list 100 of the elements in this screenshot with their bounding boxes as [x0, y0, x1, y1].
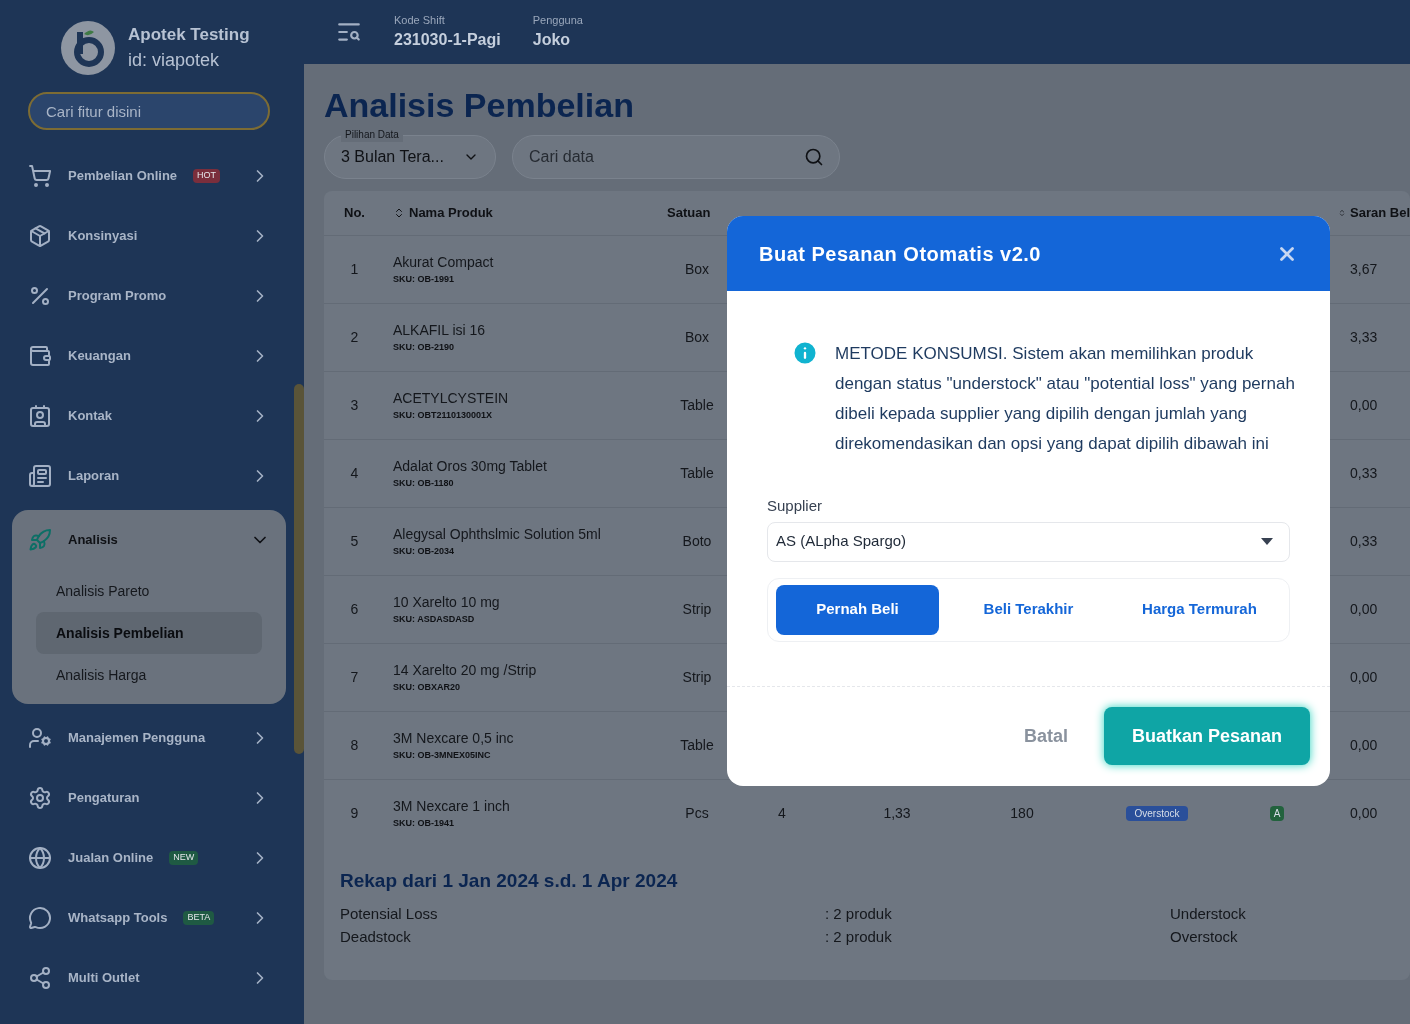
sidebar-item[interactable]: Manajemen Pengguna: [12, 708, 286, 768]
unit-cell-text: Boto: [681, 531, 713, 551]
product-sku: SKU: OBXAR20: [393, 680, 461, 694]
product-name: Alegysal Ophthslmic Solution 5ml: [393, 524, 602, 544]
suggestion-cell-text: 0,00: [1349, 667, 1379, 687]
sidebar-item[interactable]: Pembelian Online HOT: [12, 146, 286, 206]
info-icon: [791, 339, 819, 367]
sidebar-item[interactable]: Analisis: [12, 510, 286, 570]
product-sku: SKU: OB-1991: [393, 272, 456, 286]
contact-card-icon: [28, 404, 52, 428]
summary-value: : 2 produk: [825, 926, 893, 947]
info-text: METODE KONSUMSI. Sistem akan memilihkan produk dengan status "understock" atau "potential loss" yang pernah dibeli kepada supplier yang dipilih dengan jumlah yang direkomendasikan dan opsi yang dapat dipilih dibawah ini: [835, 343, 1296, 455]
supplier-select[interactable]: AS (ALpha Spargo): [767, 521, 1290, 562]
dialog-title: Buat Pesanan Otomatis v2.0: [759, 241, 1041, 267]
unit-cell-text: Table: [679, 463, 715, 483]
menu-label: Program Promo: [68, 287, 167, 306]
menu-label: Jualan Online: [68, 849, 154, 868]
monthly-need-cell-text: 1,33: [882, 803, 912, 823]
submenu-item[interactable]: Analisis Pareto: [36, 570, 262, 612]
suggestion-cell-text: 0,00: [1349, 803, 1379, 823]
pareto-badge: A: [1269, 805, 1285, 821]
menu-badge: NEW: [169, 851, 199, 865]
sidebar-item[interactable]: Program Promo: [12, 266, 286, 326]
box-icon: [28, 224, 52, 248]
row-number: 9: [349, 803, 360, 823]
sidebar-item[interactable]: Jualan Online NEW: [12, 828, 286, 888]
product-name: 3M Nexcare 0,5 inc: [393, 728, 515, 748]
header-label: Kode Shift: [394, 12, 446, 28]
newspaper-icon: [28, 464, 52, 488]
header-value: Joko: [532, 30, 572, 51]
column-header[interactable]: Nama Produk: [377, 202, 667, 223]
menu-badge: BETA: [183, 911, 215, 925]
summary-label: Overstock: [1170, 926, 1239, 947]
row-number: 5: [349, 531, 360, 551]
row-number: 2: [349, 327, 360, 347]
status-badge: Overstock: [1126, 805, 1188, 821]
row-number: 1: [349, 259, 360, 279]
account-id: id: viapotek: [128, 49, 221, 73]
suggestion-cell-text: 0,33: [1349, 463, 1379, 483]
cart-icon: [28, 164, 52, 188]
product-sku: SKU: ASDASDASD: [393, 612, 476, 626]
suggestion-cell-text: 0,00: [1349, 735, 1379, 755]
row-number: 6: [349, 599, 360, 619]
product-sku: SKU: OBT2110130001X: [393, 408, 494, 422]
product-sku: SKU: OB-3MNEX05INC: [393, 748, 492, 762]
sort-icon: [393, 206, 405, 219]
sidebar-item[interactable]: Kontak: [12, 386, 286, 446]
settings-icon: [28, 786, 52, 810]
column-header: No.: [343, 203, 366, 222]
sidebar-item[interactable]: Keuangan: [12, 326, 286, 386]
menu-label: Manajemen Pengguna: [68, 729, 206, 748]
menu-label: Keuangan: [68, 347, 131, 366]
submenu-item[interactable]: Analisis Harga: [36, 654, 262, 696]
option-tab[interactable]: Pernah Beli: [776, 584, 939, 635]
column-header[interactable]: Saran Bel: [1338, 202, 1410, 223]
suggestion-cell-text: 0,00: [1349, 395, 1379, 415]
stock-cell-text: 180: [1009, 803, 1035, 823]
summary-title: Rekap dari 1 Jan 2024 s.d. 1 Apr 2024: [340, 868, 679, 893]
unit-cell-text: Table: [679, 735, 715, 755]
product-name: ALKAFIL isi 16: [393, 320, 487, 340]
summary-label: Understock: [1170, 904, 1246, 924]
chat-bubble-icon: [28, 906, 52, 930]
caret-icon: [1261, 537, 1273, 546]
menu-label: Whatsapp Tools: [68, 909, 168, 928]
sidebar-item[interactable]: Pengaturan: [12, 768, 286, 828]
sidebar-item[interactable]: Konsinyasi: [12, 206, 286, 266]
menu-label: Multi Outlet: [68, 969, 140, 988]
data-search-field[interactable]: Cari data: [512, 134, 840, 179]
product-sku: SKU: OB-2034: [393, 544, 456, 558]
unit-cell-text: Strip: [681, 599, 713, 619]
product-name: ACETYLCYSTEIN: [393, 388, 510, 408]
unit-cell-text: Box: [683, 327, 711, 347]
menu-label: Analisis: [68, 531, 118, 550]
search-icon: [804, 146, 824, 167]
row-number: 7: [349, 667, 360, 687]
user-gear-icon: [28, 726, 52, 750]
feature-search-field[interactable]: Cari fitur disini: [28, 92, 270, 130]
menu-label: Laporan: [68, 467, 120, 486]
product-name: Akurat Compact: [393, 252, 495, 272]
product-name: Adalat Oros 30mg Tablet: [393, 456, 548, 476]
product-sku: SKU: OB-1180: [393, 476, 455, 490]
sidebar-item[interactable]: Multi Outlet: [12, 948, 286, 1008]
submenu-item[interactable]: Analisis Pembelian: [36, 612, 262, 654]
suggestion-cell-text: 3,33: [1349, 327, 1379, 347]
brand-name: Apotek Testing: [128, 23, 250, 46]
row-number: 4: [349, 463, 360, 483]
product-name: 10 Xarelto 10 mg: [393, 592, 501, 612]
row-number: 3: [349, 395, 360, 415]
create-order-button[interactable]: Buatkan Pesanan: [1103, 707, 1310, 765]
row-number: 8: [349, 735, 360, 755]
menu-badge: HOT: [193, 169, 221, 183]
unit-cell-text: Table: [679, 395, 715, 415]
sidebar-item[interactable]: Whatsapp Tools BETA: [12, 888, 286, 948]
page-title: Analisis Pembelian: [324, 85, 635, 126]
cancel-button[interactable]: Batal: [1023, 722, 1068, 750]
sold-cell-text: 4: [777, 803, 787, 823]
product-sku: SKU: OB-1941: [393, 816, 456, 830]
menu-label: Kontak: [68, 407, 113, 426]
sidebar-item[interactable]: Laporan: [12, 446, 286, 506]
column-header: Satuan: [667, 203, 712, 222]
